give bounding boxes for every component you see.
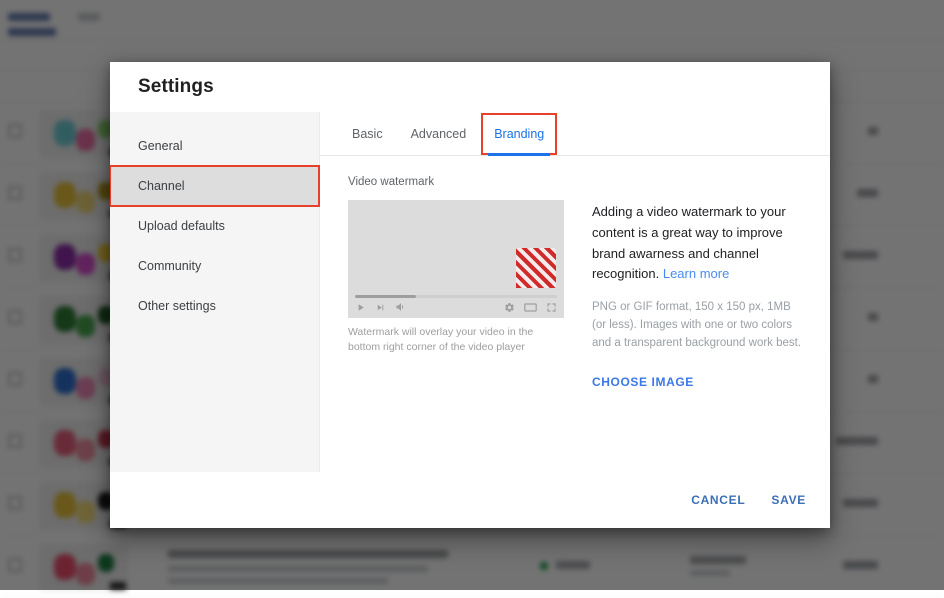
tab-branding[interactable]: Branding — [480, 112, 558, 156]
video-player-preview — [348, 200, 564, 318]
video-watermark-label: Video watermark — [348, 176, 802, 188]
sidebar-item-label: General — [138, 139, 182, 153]
tab-advanced[interactable]: Advanced — [397, 112, 481, 156]
sidebar-item-label: Other settings — [138, 299, 216, 313]
fullscreen-icon — [546, 302, 557, 313]
watermark-placeholder-swatch — [516, 248, 556, 288]
tab-basic[interactable]: Basic — [338, 112, 397, 156]
tab-label: Branding — [494, 127, 544, 141]
settings-gear-icon — [504, 302, 515, 313]
player-caption: Watermark will overlay your video in the… — [348, 325, 564, 355]
save-button[interactable]: SAVE — [771, 493, 806, 507]
sidebar-item-channel[interactable]: Channel — [110, 166, 319, 206]
sidebar-item-label: Channel — [138, 179, 185, 193]
volume-icon — [395, 301, 407, 313]
learn-more-link[interactable]: Learn more — [663, 266, 729, 281]
sidebar-item-upload-defaults[interactable]: Upload defaults — [110, 206, 319, 246]
cancel-button[interactable]: CANCEL — [691, 493, 745, 507]
player-controls — [355, 299, 557, 315]
player-progress-bar — [355, 295, 557, 298]
watermark-format-note: PNG or GIF format, 150 x 150 px, 1MB (or… — [592, 299, 802, 352]
settings-dialog: Settings General Channel Upload defaults Co… — [110, 62, 830, 528]
choose-image-button[interactable]: CHOOSE IMAGE — [592, 375, 694, 389]
theater-mode-icon — [524, 302, 537, 313]
tab-label: Advanced — [411, 127, 467, 141]
dialog-title: Settings — [138, 76, 214, 98]
settings-sidebar: General Channel Upload defaults Community Ot… — [110, 112, 320, 472]
dialog-body: General Channel Upload defaults Community Ot… — [110, 112, 830, 472]
play-icon — [355, 302, 366, 313]
watermark-description-column: Adding a video watermark to your content… — [592, 200, 802, 391]
dialog-header: Settings — [110, 62, 830, 112]
sidebar-item-general[interactable]: General — [110, 126, 319, 166]
branding-panel: Video watermark — [320, 156, 830, 472]
settings-tabs: Basic Advanced Branding — [320, 112, 830, 156]
sidebar-item-label: Community — [138, 259, 201, 273]
sidebar-item-other-settings[interactable]: Other settings — [110, 286, 319, 326]
dialog-footer: CANCEL SAVE — [110, 472, 830, 528]
video-player-preview-column: Watermark will overlay your video in the… — [348, 200, 566, 355]
player-progress-fill — [355, 295, 416, 298]
tab-label: Basic — [352, 127, 383, 141]
sidebar-item-community[interactable]: Community — [110, 246, 319, 286]
next-track-icon — [375, 302, 386, 313]
settings-content-pane: Basic Advanced Branding Video watermark — [320, 112, 830, 472]
sidebar-item-label: Upload defaults — [138, 219, 225, 233]
watermark-description: Adding a video watermark to your content… — [592, 202, 802, 285]
